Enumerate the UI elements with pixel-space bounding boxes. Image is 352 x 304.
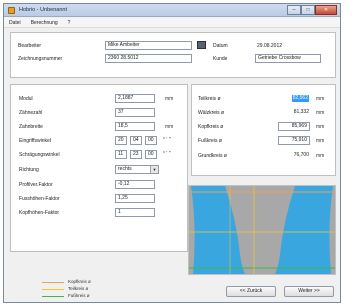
legend-swatch (42, 296, 64, 297)
profilverschiebung-label: Profilver.Faktor (19, 182, 53, 188)
eingriffswinkel-unit: ° ' '' (163, 137, 171, 143)
tooth-preview-panel (188, 185, 336, 275)
richtung-label: Richtung (19, 167, 39, 173)
eingriffswinkel-sec-input[interactable]: 00 (145, 136, 157, 145)
legend-swatch (42, 282, 64, 283)
kopfkreis-label: Kopfkreis ø (198, 124, 224, 130)
next-button[interactable]: Weiter >> (284, 286, 334, 297)
results-panel: Teilkreis ø 82,562 mm Wälzkreis ø 81,332… (191, 84, 336, 176)
save-icon[interactable] (197, 41, 206, 49)
teilkreis-value: 82,562 (278, 94, 310, 103)
schraegungswinkel-min-input[interactable]: 23 (130, 150, 142, 159)
window-controls: – □ ✕ (287, 5, 337, 15)
waelzkreis-unit: mm (316, 110, 325, 116)
kunde-label: Kunde (213, 56, 228, 62)
teilkreis-value-text: 82,562 (291, 95, 309, 102)
legend-item-teilkreis: Teilkreis ø (42, 286, 162, 292)
datum-label: Datum (213, 43, 228, 49)
kopfhoehen-label: Kopfhöhen-Faktor (19, 210, 60, 216)
legend-label: Teilkreis ø (68, 286, 89, 291)
teilkreis-label: Teilkreis ø (198, 96, 221, 102)
schraegungswinkel-unit: ° ' '' (163, 151, 171, 157)
fusskreis-value: 75,910 (278, 136, 310, 145)
fusshoehen-input[interactable]: 1,25 (115, 194, 155, 203)
profilverschiebung-input[interactable]: -0,12 (115, 180, 155, 189)
modul-unit: mm (165, 96, 174, 102)
eingriffswinkel-label: Eingriffswinkel (19, 138, 51, 144)
menu-berechnung[interactable]: Berechnung (26, 18, 63, 27)
schraegungswinkel-sec-input[interactable]: 00 (145, 150, 157, 159)
datum-value: 29.08.2012 (257, 43, 283, 49)
teilkreis-unit: mm (316, 96, 325, 102)
bearbeiter-label: Bearbeiter (18, 43, 42, 49)
window-title: Hobrio - Unbenannt (19, 7, 68, 13)
legend-label: Kopfkreis ø (68, 279, 91, 284)
richtung-value: rechts (118, 166, 132, 172)
menu-datei[interactable]: Datei (4, 18, 26, 27)
modul-label: Modul (19, 96, 33, 102)
schraegungswinkel-deg-input[interactable]: 11 (115, 150, 127, 159)
zahnbreite-label: Zahnbreite (19, 124, 43, 130)
grundkreis-label: Grundkreis ø (198, 153, 227, 159)
zaehnezahl-input[interactable]: 37 (115, 108, 155, 117)
eingriffswinkel-min-input[interactable]: 04 (130, 136, 142, 145)
main-window: Hobrio - Unbenannt – □ ✕ Datei Berechnun… (3, 3, 341, 303)
grundkreis-unit: mm (316, 153, 325, 159)
zaehnezahl-label: Zähnezahl (19, 110, 43, 116)
richtung-select[interactable]: rechts ▼ (115, 165, 159, 174)
modul-input[interactable]: 2,1887 (115, 94, 155, 103)
bearbeiter-input[interactable]: Mike Ambeiter (105, 41, 192, 50)
title-bar[interactable]: Hobrio - Unbenannt – □ ✕ (4, 4, 340, 17)
close-button[interactable]: ✕ (315, 5, 337, 15)
legend-item-kopfkreis: Kopfkreis ø (42, 279, 162, 285)
back-button[interactable]: << Zurück (226, 286, 276, 297)
fusskreis-label: Fußkreis ø (198, 138, 222, 144)
legend-label: Fußkreis ø (68, 293, 90, 298)
maximize-button[interactable]: □ (301, 5, 315, 15)
zahnbreite-input[interactable]: 18,5 (115, 122, 155, 131)
chevron-down-icon[interactable]: ▼ (150, 166, 158, 173)
fusskreis-unit: mm (316, 138, 325, 144)
parameters-panel: Modul 2,1887 mm Zähnezahl 37 Zahnbreite … (10, 84, 188, 252)
waelzkreis-label: Wälzkreis ø (198, 110, 225, 116)
legend-swatch (42, 289, 64, 290)
app-icon (8, 7, 15, 14)
zeichnungsnummer-label: Zeichnungsnummer (18, 56, 63, 62)
zeichnungsnummer-input[interactable]: 2360 28.5012 (105, 54, 192, 63)
menu-help[interactable]: ? (63, 18, 76, 27)
kunde-input[interactable]: Getriebe Crossbow (255, 54, 321, 63)
kopfhoehen-input[interactable]: 1 (115, 208, 155, 217)
zahnbreite-unit: mm (165, 124, 174, 130)
kopfkreis-unit: mm (316, 124, 325, 130)
header-panel: Bearbeiter Mike Ambeiter Datum 29.08.201… (10, 32, 336, 78)
kopfkreis-value: 85,969 (278, 122, 310, 131)
legend-item-fusskreis: Fußkreis ø (42, 293, 162, 299)
grundkreis-value: 76,700 (278, 151, 310, 160)
minimize-button[interactable]: – (287, 5, 301, 15)
schraegungswinkel-label: Schrägungswinkel (19, 152, 60, 158)
menu-bar: Datei Berechnung ? (4, 18, 340, 28)
fusshoehen-label: Fusshöhen-Faktor (19, 196, 60, 202)
waelzkreis-value: 81,332 (278, 108, 310, 117)
tooth-profile-diagram (189, 186, 335, 274)
eingriffswinkel-deg-input[interactable]: 20 (115, 136, 127, 145)
